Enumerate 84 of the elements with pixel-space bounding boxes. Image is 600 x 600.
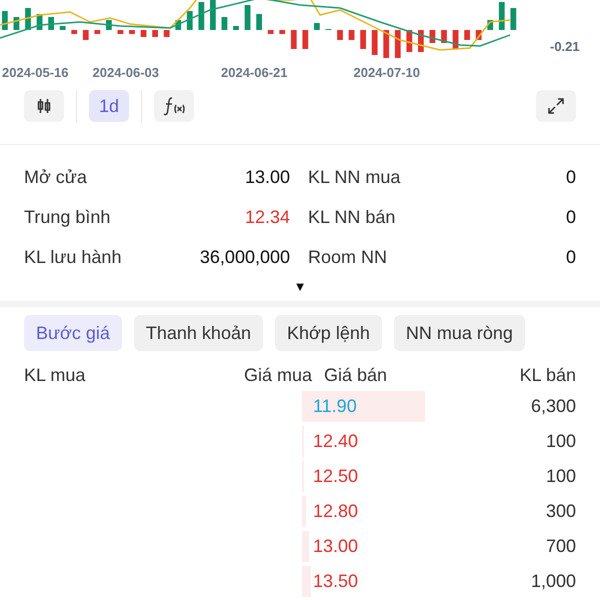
stat-value: 12.34 (244, 206, 290, 228)
ask-price: 12.80 (313, 500, 358, 523)
histogram-bar (418, 30, 424, 52)
ask-price: 12.40 (313, 430, 358, 453)
histogram-bar (129, 30, 135, 34)
histogram-bar (498, 2, 505, 30)
histogram-bar (94, 30, 100, 34)
histogram-bar (82, 30, 89, 40)
histogram-bar (383, 30, 390, 58)
histogram-bar (337, 30, 343, 40)
expand-toggle[interactable]: ▼ (294, 277, 306, 297)
histogram-bar (441, 30, 447, 43)
histogram-bar (464, 30, 470, 40)
date-label: 2024-06-21 (221, 64, 288, 82)
histogram-bar (290, 30, 297, 49)
histogram-bar (302, 30, 308, 49)
histogram-bar (140, 30, 146, 37)
stat-label: KL NN bán (308, 206, 396, 228)
tab[interactable]: Thanh khoản (134, 315, 263, 351)
histogram-bar (348, 30, 354, 40)
histogram-bar (106, 20, 112, 30)
histogram-bar (256, 14, 262, 30)
ask-volume: 300 (546, 500, 576, 523)
histogram-bar (510, 8, 516, 30)
ask-price: 13.50 (313, 570, 358, 593)
histogram-bar (210, 0, 216, 30)
histogram-bar (2, 11, 8, 30)
date-label: 2024-06-03 (92, 64, 159, 82)
stat-value: 13.00 (244, 166, 290, 188)
histogram-bar (25, 8, 31, 30)
ask-price: 11.90 (313, 395, 357, 418)
histogram-bar (198, 2, 204, 30)
stat-value: 0 (566, 246, 576, 268)
axis-value: -0.21 (550, 38, 580, 56)
histogram-bar (36, 14, 42, 30)
stat-value: 36,000,000 (198, 246, 290, 268)
column-header: KL mua (24, 364, 86, 386)
histogram-bar (71, 30, 78, 34)
column-header: Giá mua (242, 364, 312, 386)
column-header: KL bán (520, 364, 576, 386)
candlestick-icon (36, 98, 52, 114)
histogram-bar (452, 30, 458, 49)
histogram-bar (48, 17, 54, 30)
function-icon (163, 96, 185, 116)
stat-label: KL NN mua (308, 166, 402, 188)
histogram-bar (14, 17, 20, 30)
histogram-bar (430, 30, 436, 43)
histogram-bar (279, 30, 286, 34)
histogram-bar (372, 30, 378, 55)
fullscreen-button[interactable] (536, 90, 576, 122)
ask-volume: 1,000 (530, 570, 576, 593)
date-label: 2024-07-10 (354, 64, 420, 82)
stat-value: 0 (566, 166, 576, 188)
ask-price: 13.00 (313, 535, 358, 558)
candles-button[interactable] (24, 90, 64, 122)
formula-button[interactable] (154, 90, 194, 122)
stat-label: Mở cửa (24, 166, 88, 188)
stat-value: 0 (566, 206, 576, 228)
stat-label: KL lưu hành (24, 246, 122, 268)
column-header: Giá bán (324, 364, 388, 386)
histogram-bar (394, 30, 401, 58)
tab[interactable]: Khớp lệnh (274, 315, 382, 351)
ask-volume: 100 (546, 430, 576, 453)
histogram-bar (118, 30, 124, 34)
histogram-bar (233, 26, 239, 30)
tab[interactable]: Bước giá (24, 315, 122, 351)
ask-volume: 6,300 (530, 395, 576, 418)
ask-price: 12.50 (313, 465, 358, 488)
histogram-bar (222, 17, 228, 30)
histogram-bar (360, 30, 366, 49)
stat-label: Trung bình (24, 206, 112, 229)
histogram-bar (60, 26, 66, 30)
interval-button[interactable]: 1d (89, 90, 129, 122)
histogram-bar (152, 30, 158, 37)
date-label: 2024-05-16 (2, 64, 68, 82)
stat-label: Room NN (308, 246, 388, 268)
histogram-bar (268, 30, 274, 34)
ask-volume: 100 (546, 465, 576, 488)
histogram-bar (164, 30, 170, 37)
ask-volume: 700 (546, 535, 576, 558)
histogram-bar (244, 5, 250, 30)
expand-icon (547, 97, 565, 115)
tab[interactable]: NN mua ròng (394, 315, 525, 351)
histogram-bar (314, 23, 320, 30)
